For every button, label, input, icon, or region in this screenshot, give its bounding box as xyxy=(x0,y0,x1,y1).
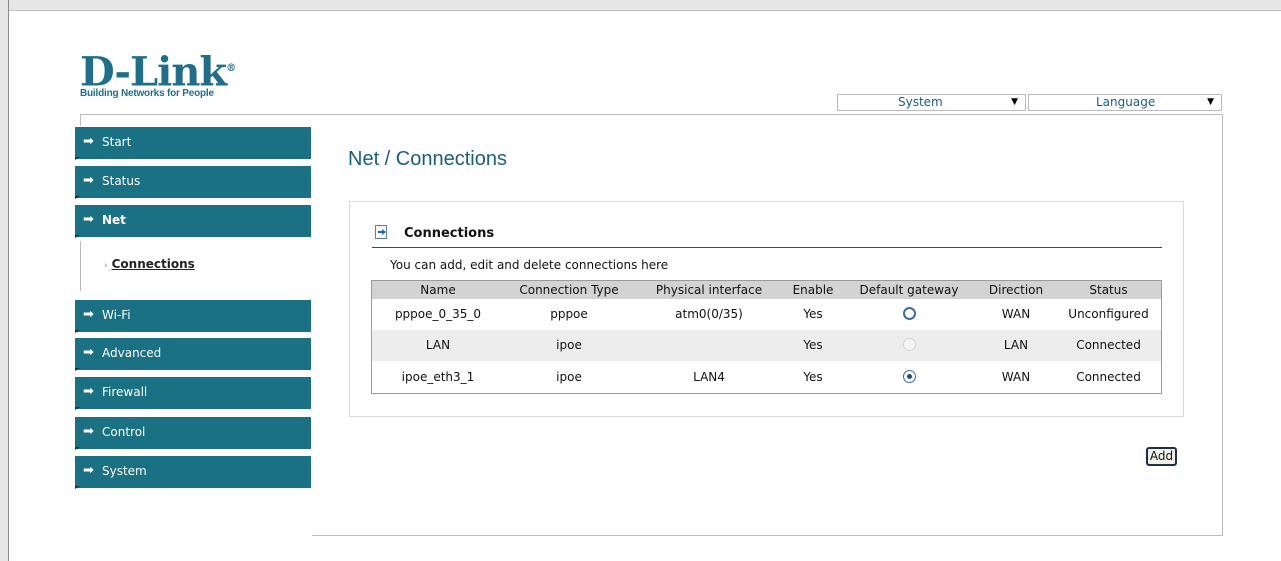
column-header-enable: Enable xyxy=(792,283,834,297)
page-title: Net / Connections xyxy=(348,148,507,170)
sidebar-item-label: Start xyxy=(102,135,132,149)
column-header-name: Name xyxy=(420,283,456,297)
sidebar-item-status[interactable]: ➡ Status xyxy=(75,166,311,199)
sidebar-item-start[interactable]: ➡ Start xyxy=(75,127,311,160)
sidebar-item-label: Status xyxy=(102,174,141,188)
cell-default-gateway xyxy=(842,299,976,330)
cell-connection-type: ipoe xyxy=(556,370,582,384)
table-header: Name Connection Type Physical interface … xyxy=(372,281,1161,299)
document-arrow-icon xyxy=(375,225,387,239)
arrow-right-icon: ➡ xyxy=(83,212,94,227)
default-gateway-radio[interactable] xyxy=(902,370,916,383)
logo-wordmark: D-Link® xyxy=(80,48,236,96)
arrow-right-icon: ➡ xyxy=(83,345,94,360)
default-gateway-radio[interactable] xyxy=(902,307,916,320)
chevron-down-icon: ▼ xyxy=(1011,97,1018,107)
arrow-right-icon: ➡ xyxy=(83,173,94,188)
sidebar-item-net[interactable]: ➡ Net xyxy=(75,205,311,238)
language-select[interactable]: Language ▼ xyxy=(1028,94,1222,111)
sidebar-item-label: Control xyxy=(102,425,146,439)
cell-direction: WAN xyxy=(1001,370,1031,384)
sidebar-item-label: Advanced xyxy=(102,346,162,360)
arrow-right-icon: ➡ xyxy=(83,384,94,399)
sidebar-item-firewall[interactable]: ➡ Firewall xyxy=(75,377,311,410)
dlink-logo: D-Link® Building Networks for People xyxy=(80,48,236,100)
column-header-default-gateway: Default gateway xyxy=(859,283,959,297)
section-divider xyxy=(372,247,1162,248)
cell-connection-type: pppoe xyxy=(550,307,588,321)
language-select-label: Language xyxy=(1096,95,1156,109)
sidebar-top-frame xyxy=(80,114,313,126)
section-title: Connections xyxy=(404,226,495,241)
table-row[interactable]: ipoe_eth3_1 ipoe LAN4 Yes WAN Connected xyxy=(372,362,1161,393)
add-button[interactable]: Add xyxy=(1146,447,1177,466)
cell-direction: WAN xyxy=(1001,307,1031,321)
column-header-connection-type: Connection Type xyxy=(519,283,619,297)
cell-status: Connected xyxy=(1076,370,1141,384)
window-left-border xyxy=(0,0,9,561)
table-row[interactable]: pppoe_0_35_0 pppoe atm0(0/35) Yes WAN Un… xyxy=(372,299,1161,330)
cell-enable: Yes xyxy=(803,307,823,321)
sidebar-item-label: Firewall xyxy=(102,385,148,399)
connections-table: Name Connection Type Physical interface … xyxy=(371,280,1162,394)
sidebar-item-system[interactable]: ➡ System xyxy=(75,456,311,489)
sidebar-item-control[interactable]: ➡ Control xyxy=(75,417,311,450)
system-select-label: System xyxy=(898,95,943,109)
cell-name: ipoe_eth3_1 xyxy=(401,370,475,384)
section-description: You can add, edit and delete connections… xyxy=(390,258,669,272)
sidebar-subitem-label: Connections xyxy=(111,257,195,271)
sidebar-item-advanced[interactable]: ➡ Advanced xyxy=(75,338,311,371)
default-gateway-radio xyxy=(902,338,916,351)
cell-physical-interface: atm0(0/35) xyxy=(675,307,743,321)
cell-name: LAN xyxy=(425,338,451,352)
cell-name: pppoe_0_35_0 xyxy=(394,307,482,321)
bullet-icon: › xyxy=(104,261,108,271)
cell-physical-interface: LAN4 xyxy=(693,370,725,384)
column-header-status: Status xyxy=(1089,283,1128,297)
cell-status: Unconfigured xyxy=(1068,307,1149,321)
cell-enable: Yes xyxy=(803,370,823,384)
logo-tagline: Building Networks for People xyxy=(80,88,214,100)
sidebar-item-label: Wi-Fi xyxy=(102,308,131,322)
cell-status: Connected xyxy=(1076,338,1141,352)
cell-direction: LAN xyxy=(1003,338,1029,352)
cell-default-gateway xyxy=(842,362,976,393)
chevron-down-icon: ▼ xyxy=(1207,97,1214,107)
column-header-direction: Direction xyxy=(988,283,1044,297)
cell-connection-type: ipoe xyxy=(556,338,582,352)
cell-default-gateway xyxy=(842,330,976,361)
arrow-right-icon: ➡ xyxy=(83,307,94,322)
arrow-right-icon: ➡ xyxy=(83,424,94,439)
cell-enable: Yes xyxy=(803,338,823,352)
arrow-right-icon: ➡ xyxy=(83,463,94,478)
sidebar-item-label: System xyxy=(102,464,147,478)
table-row[interactable]: LAN ipoe Yes LAN Connected xyxy=(372,330,1161,361)
sidebar-item-wifi[interactable]: ➡ Wi-Fi xyxy=(75,300,311,333)
column-header-physical-interface: Physical interface xyxy=(655,283,763,297)
sidebar-item-label: Net xyxy=(102,213,126,227)
system-select[interactable]: System ▼ xyxy=(837,94,1026,111)
window-top-border xyxy=(0,0,1281,11)
sidebar-subitem-connections[interactable]: › Connections xyxy=(104,257,195,271)
arrow-right-icon: ➡ xyxy=(83,134,94,149)
